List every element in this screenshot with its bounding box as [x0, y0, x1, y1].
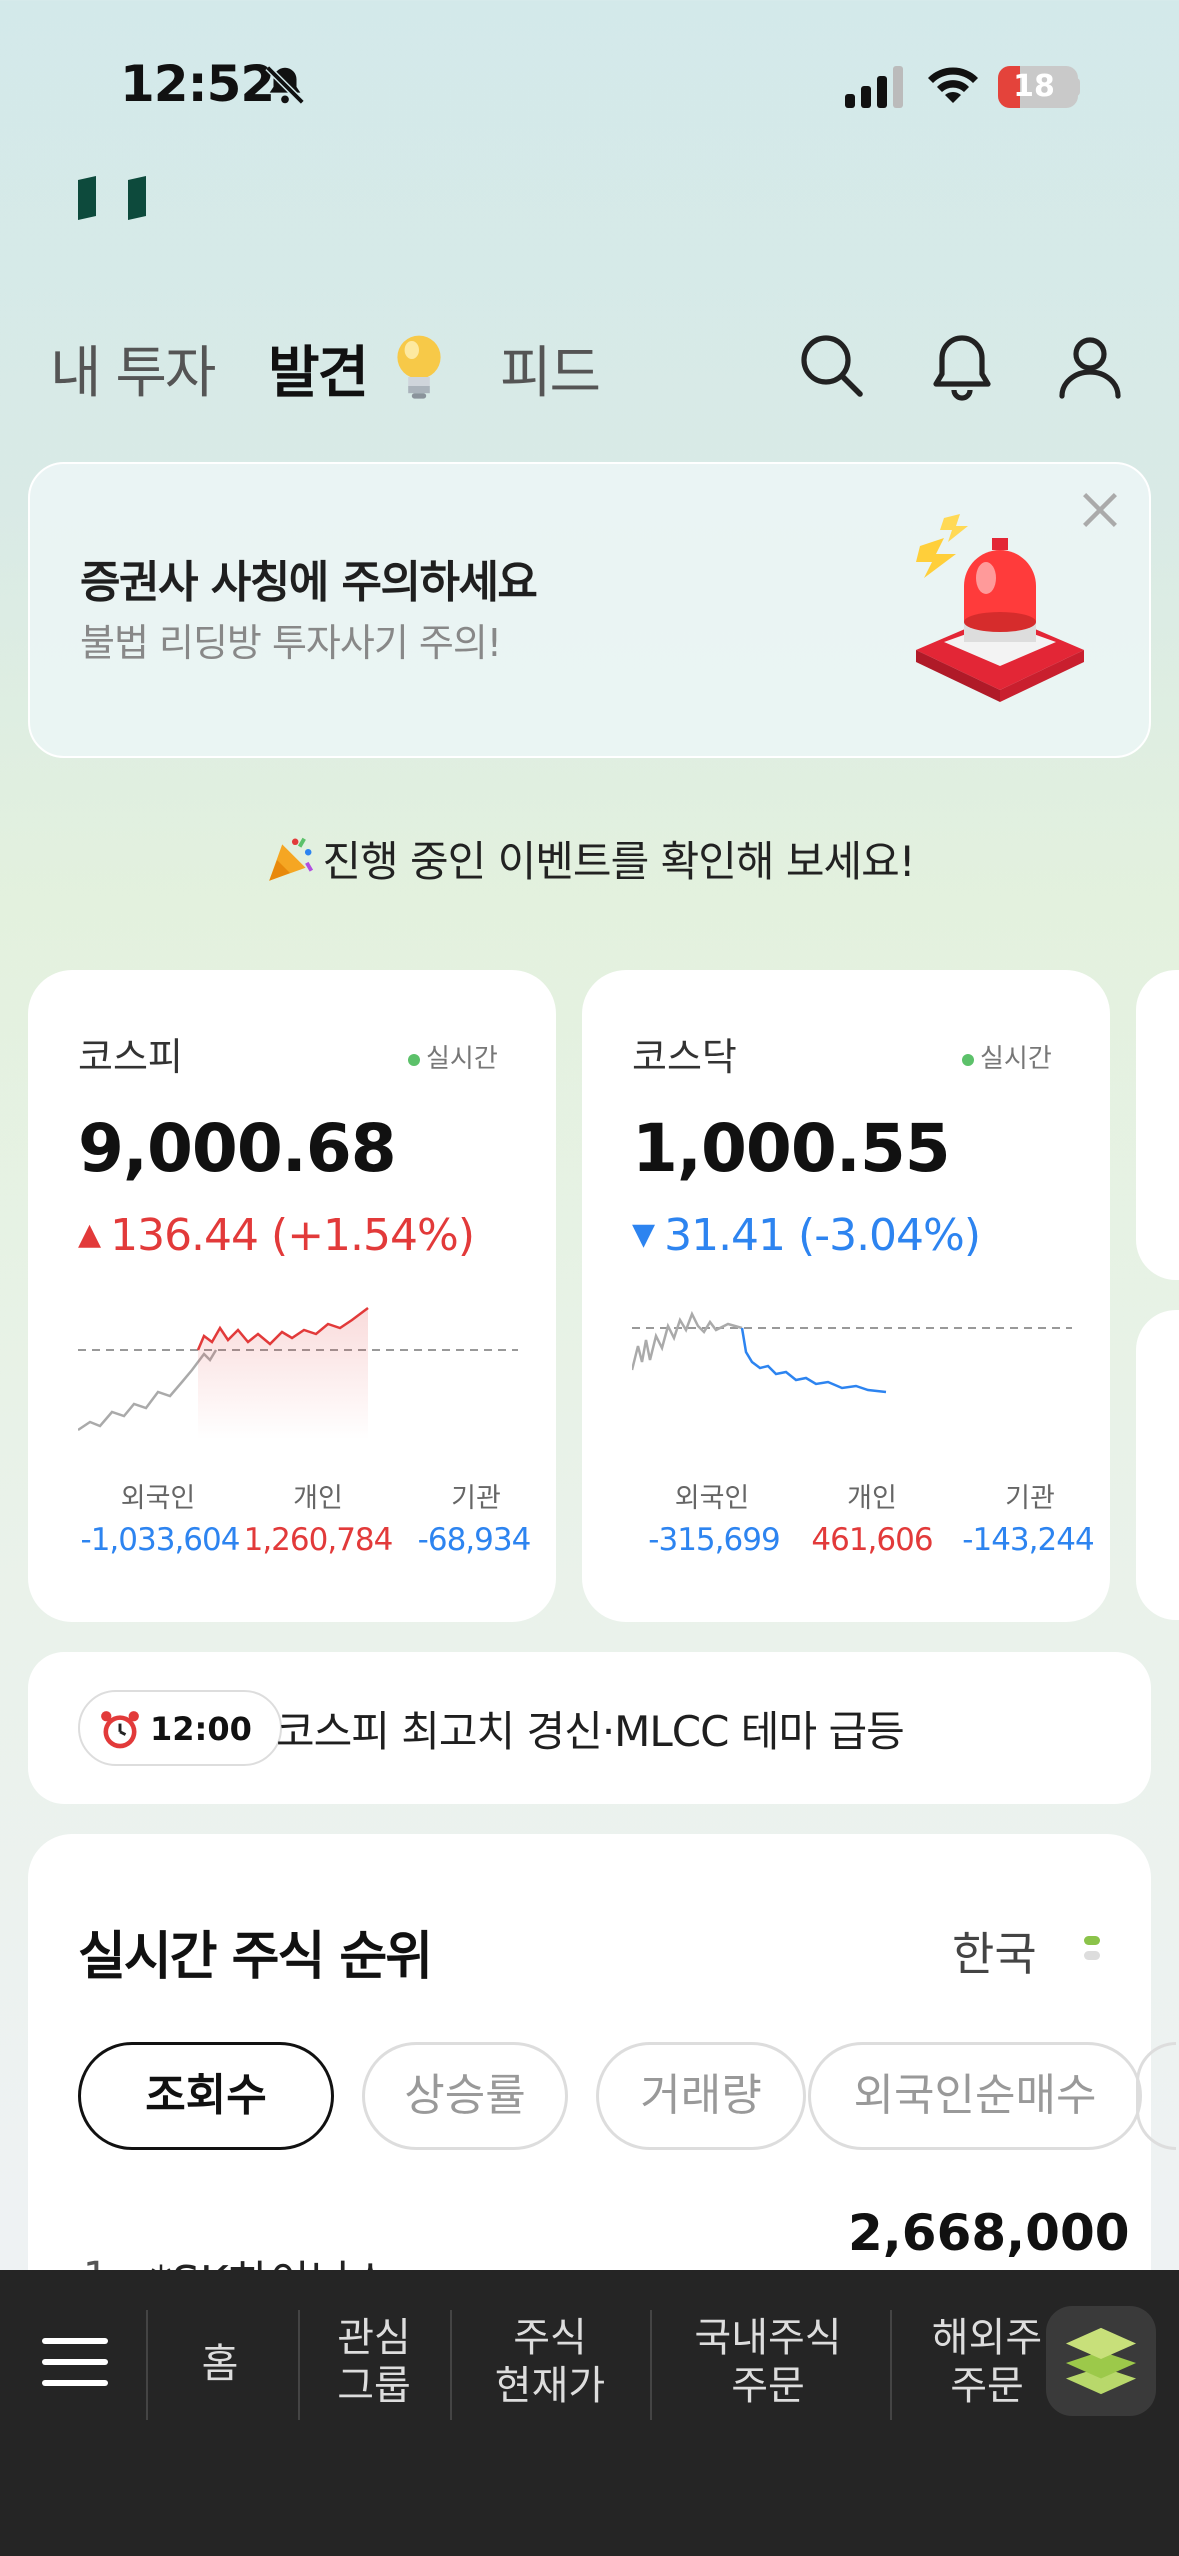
chip-volume[interactable]: 거래량: [596, 2042, 806, 2150]
notification-bell-icon[interactable]: [926, 330, 998, 402]
section-title: 실시간 주식 순위: [78, 1927, 433, 1987]
search-icon[interactable]: [796, 330, 868, 402]
kosdaq-sparkline: [632, 1310, 1072, 1394]
battery-tip: [1074, 78, 1080, 96]
quick-home[interactable]: 홈: [180, 2340, 260, 2388]
index-change-text: 31.41 (-3.04%): [664, 1210, 981, 1261]
tab-feed[interactable]: 피드: [500, 328, 601, 409]
party-popper-icon: [269, 837, 314, 881]
quick-label-line2: 주문: [950, 2363, 1024, 2409]
banner-subtitle: 불법 리딩방 투자사기 주의!: [80, 621, 502, 665]
battery-percent: 18: [1013, 69, 1055, 104]
quick-label-line2: 주문: [731, 2363, 805, 2409]
chip-foreign-net-buy[interactable]: 외국인순매수: [808, 2042, 1142, 2150]
quick-label-line1: 주식: [513, 2315, 587, 2361]
banner-title: 증권사 사칭에 주의하세요: [80, 557, 538, 608]
profile-icon[interactable]: [1054, 330, 1126, 402]
quick-stock-price[interactable]: 주식 현재가: [466, 2314, 634, 2410]
flow-value-foreign: -315,699: [648, 1522, 780, 1558]
live-dot: [962, 1053, 974, 1066]
news-time: 12:00: [150, 1710, 252, 1748]
chip-rise-rate[interactable]: 상승률: [362, 2042, 568, 2150]
kospi-sparkline: [78, 1307, 518, 1440]
kosdaq-index-card[interactable]: 코스닥 실시간 1,000.55 ▼ 31.41 (-3.04%) 외국인 개인 …: [582, 970, 1110, 1622]
scam-warning-banner[interactable]: 증권사 사칭에 주의하세요 불법 리딩방 투자사기 주의!: [28, 462, 1151, 758]
flow-value-foreign: -1,033,604: [80, 1522, 241, 1558]
hamburger-menu-icon[interactable]: [42, 2334, 108, 2390]
quick-label-line1: 해외주: [931, 2315, 1043, 2361]
layers-icon: [1065, 2327, 1137, 2395]
flow-label-foreign: 외국인: [120, 1483, 196, 1514]
flow-value-institution: -143,244: [962, 1522, 1094, 1558]
tab-discover[interactable]: 발견: [268, 328, 369, 409]
flow-label-individual: 개인: [847, 1483, 897, 1514]
index-name: 코스닥: [632, 1035, 737, 1079]
chip-views[interactable]: 조회수: [78, 2042, 334, 2150]
battery-indicator: 18: [998, 66, 1078, 108]
flow-label-institution: 기관: [1005, 1483, 1055, 1514]
app-logo: [78, 176, 146, 220]
divider: [890, 2310, 892, 2420]
wifi-icon: [928, 67, 978, 103]
event-promo-link[interactable]: 진행 중인 이벤트를 확인해 보세요!: [0, 828, 1179, 889]
index-value: 9,000.68: [78, 1110, 397, 1187]
market-toggle-icon[interactable]: [1084, 1934, 1100, 1964]
index-change-text: 136.44 (+1.54%): [110, 1210, 475, 1261]
news-headline: 코스피 최고치 경신·MLCC 테마 급등: [276, 1707, 905, 1756]
quick-label-line1: 국내주식: [694, 2315, 842, 2361]
divider: [450, 2310, 452, 2420]
kospi-index-card[interactable]: 코스피 실시간 9,000.68 ▲ 136.44 (+1.54%) 외국인 개인…: [28, 970, 556, 1622]
quick-label-line1: 관심: [337, 2315, 411, 2361]
status-time: 12:52: [120, 55, 275, 113]
up-arrow-icon: ▲: [78, 1217, 101, 1252]
flow-label-individual: 개인: [293, 1483, 343, 1514]
quick-label-line2: 현재가: [494, 2363, 606, 2409]
siren-alarm-icon: [916, 514, 1084, 702]
index-value: 1,000.55: [632, 1110, 951, 1187]
flow-value-individual: 461,606: [811, 1522, 933, 1558]
live-badge: 실시간: [962, 1038, 1052, 1075]
live-badge: 실시간: [408, 1038, 498, 1075]
index-name: 코스피: [78, 1035, 183, 1079]
layers-toggle-button[interactable]: [1046, 2306, 1156, 2416]
divider: [650, 2310, 652, 2420]
event-text: 진행 중인 이벤트를 확인해 보세요!: [322, 837, 915, 886]
divider: [298, 2310, 300, 2420]
alarm-clock-icon: [101, 1711, 139, 1749]
live-label: 실시간: [980, 1044, 1052, 1074]
next-card-peek[interactable]: [1136, 1310, 1179, 1620]
quick-watchlist-group[interactable]: 관심 그룹: [312, 2314, 436, 2410]
market-news-ticker[interactable]: 12:00 코스피 최고치 경신·MLCC 테마 급등: [28, 1652, 1151, 1804]
quick-domestic-order[interactable]: 국내주식 주문: [668, 2314, 868, 2410]
quick-label-line2: 그룹: [337, 2363, 411, 2409]
lightbulb-icon: [397, 335, 441, 399]
index-change: ▼ 31.41 (-3.04%): [632, 1210, 981, 1261]
rank-item-price: 2,668,000: [848, 2204, 1130, 2262]
country-selector[interactable]: 한국: [952, 1918, 1037, 1984]
quick-overseas-order[interactable]: 해외주 주문: [912, 2314, 1062, 2410]
cellular-signal-icon: [845, 66, 903, 108]
down-arrow-icon: ▼: [632, 1217, 655, 1252]
flow-label-foreign: 외국인: [674, 1483, 750, 1514]
live-label: 실시간: [426, 1044, 498, 1074]
chip-more-peek[interactable]: [1136, 2042, 1176, 2150]
divider: [146, 2310, 148, 2420]
flow-label-institution: 기관: [451, 1483, 501, 1514]
news-time-badge: 12:00: [78, 1690, 282, 1766]
silent-mode-icon: [265, 65, 305, 105]
index-change: ▲ 136.44 (+1.54%): [78, 1210, 475, 1261]
flow-value-institution: -68,934: [417, 1522, 532, 1558]
bottom-quick-menu: 홈 관심 그룹 주식 현재가 국내주식 주문 해외주 주문: [0, 2270, 1179, 2556]
tab-my-investment[interactable]: 내 투자: [50, 328, 216, 409]
flow-value-individual: 1,260,784: [243, 1522, 394, 1558]
next-card-peek[interactable]: [1136, 970, 1179, 1280]
live-dot: [408, 1053, 420, 1066]
